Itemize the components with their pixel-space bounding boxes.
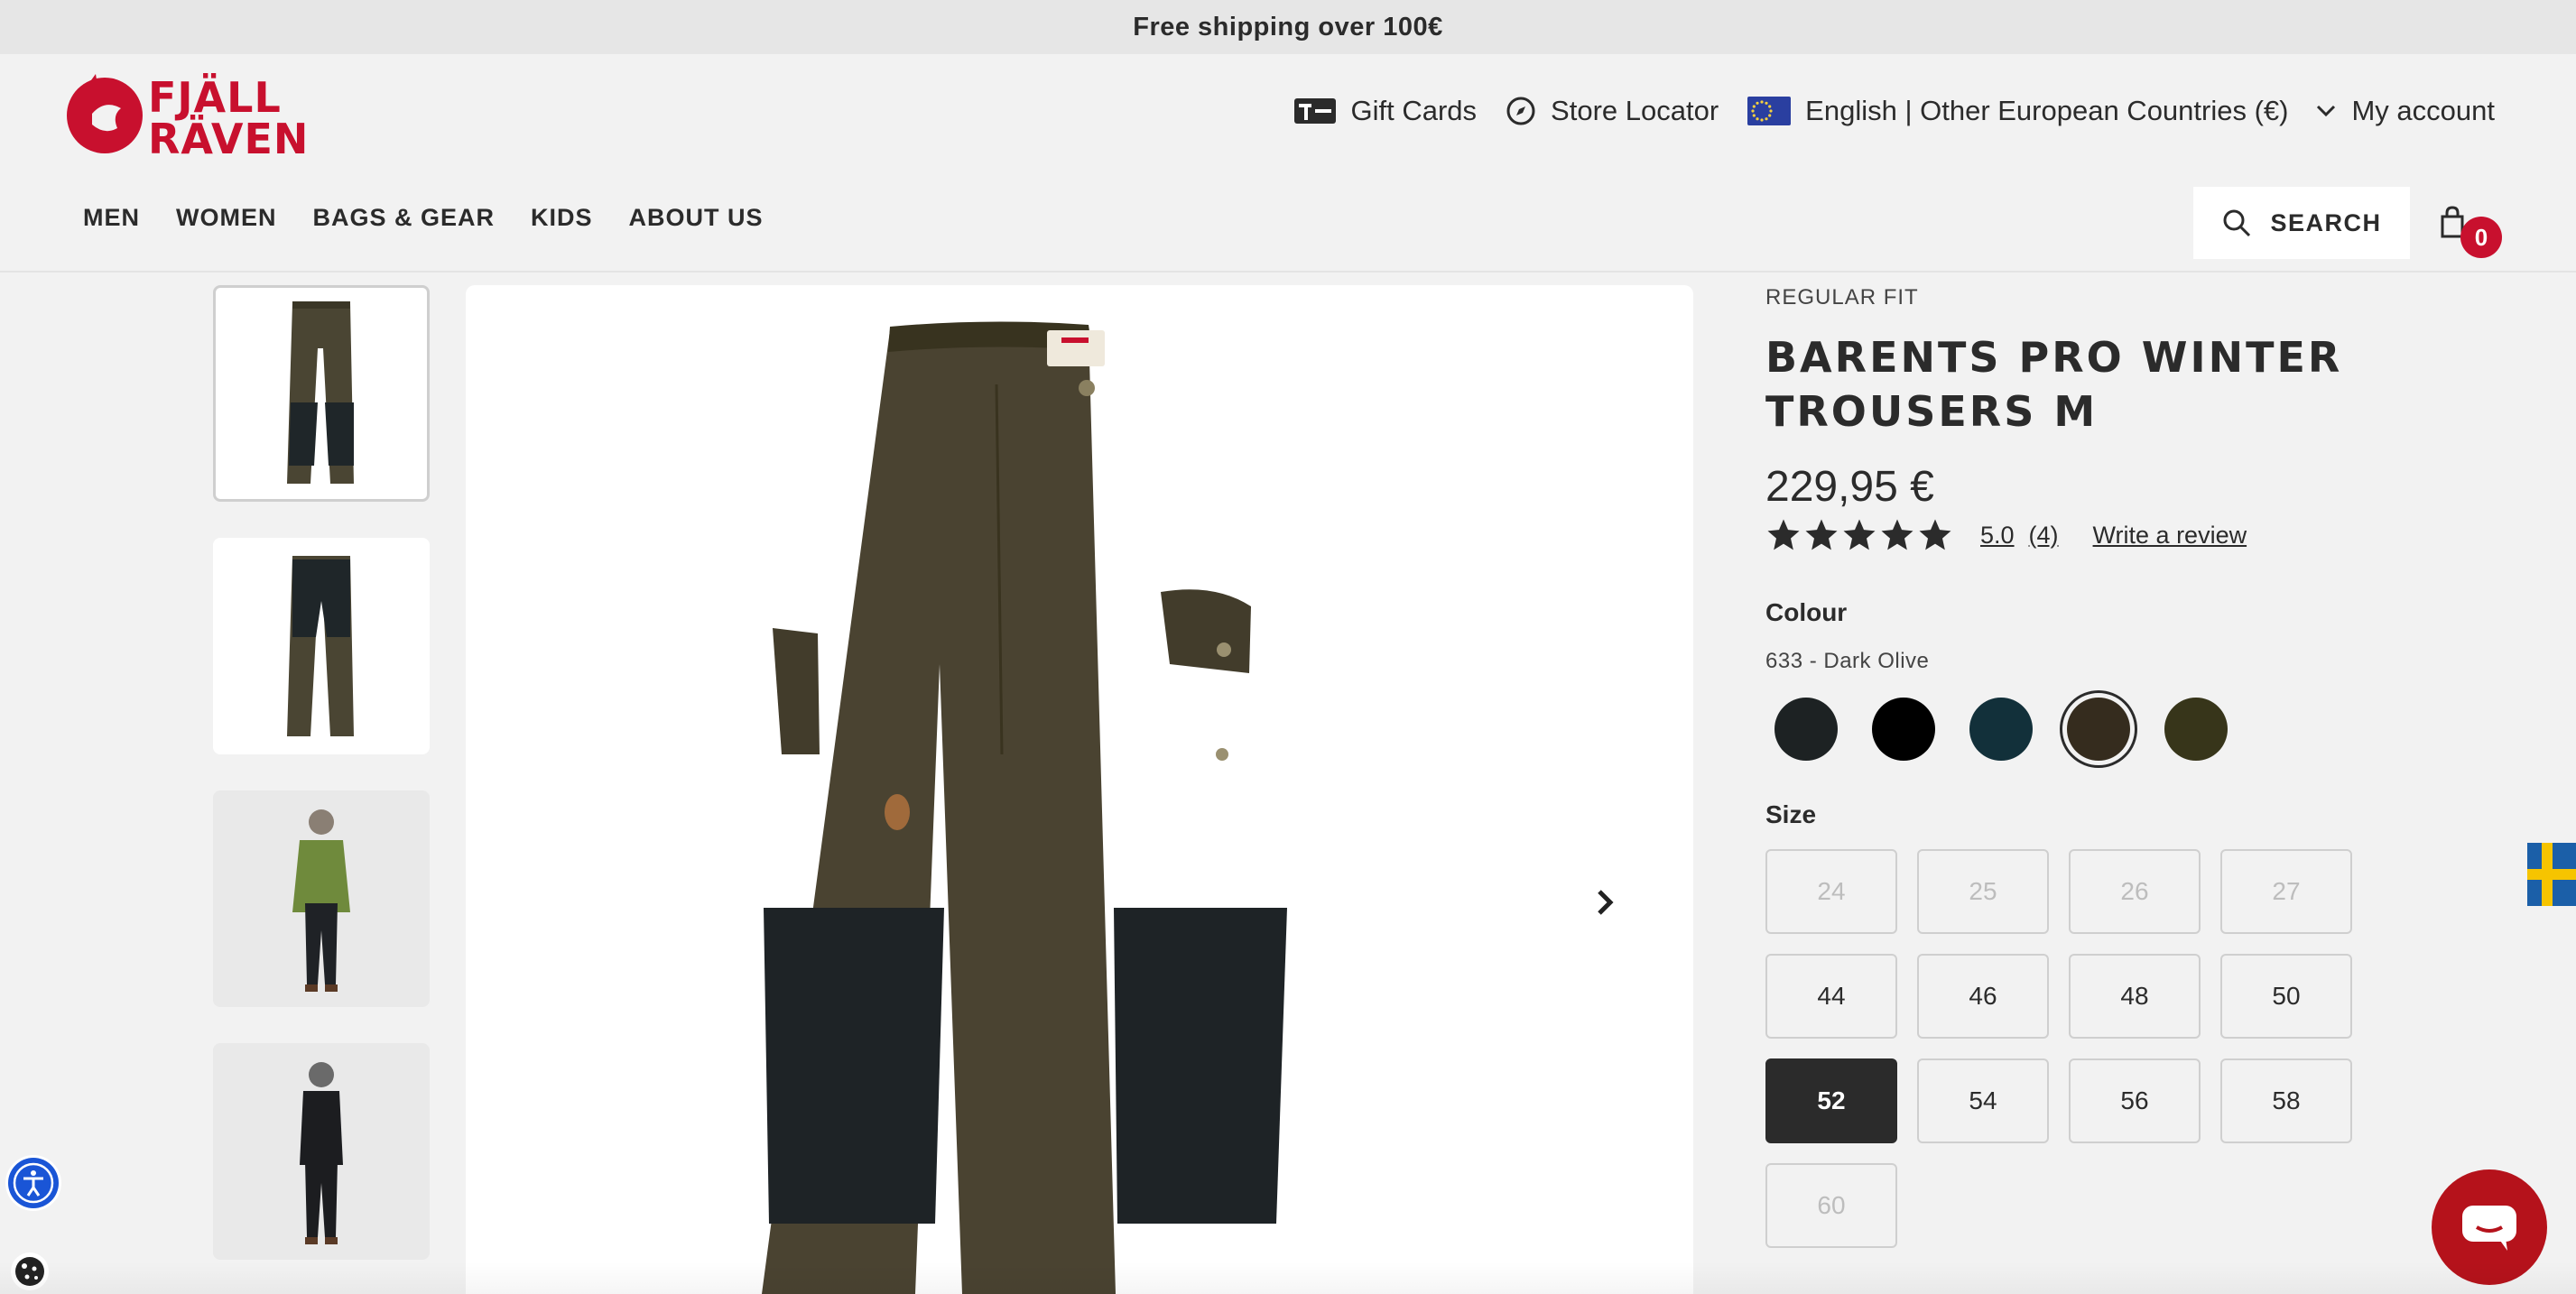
store-locator-label: Store Locator: [1551, 95, 1719, 126]
my-account-label: My account: [2351, 95, 2495, 126]
announcement-text: Free shipping over 100€: [1133, 12, 1443, 42]
swatch-dark-olive[interactable]: [2060, 690, 2137, 768]
search-button[interactable]: SEARCH: [2193, 187, 2410, 259]
colour-label: Colour: [1765, 598, 1848, 626]
region-label: English | Other European Countries (€): [1805, 95, 2289, 126]
star-icon: [1919, 519, 1951, 550]
size-option-selected[interactable]: 52: [1765, 1058, 1897, 1143]
rating-score-link[interactable]: 5.0: [1980, 522, 2015, 550]
header-divider: [0, 271, 2576, 273]
thumbnail-list: [213, 285, 430, 1294]
announcement-bar: Free shipping over 100€: [0, 0, 2576, 54]
chevron-down-icon: [2317, 105, 2336, 117]
accessibility-button[interactable]: [5, 1155, 61, 1211]
star-icon: [1767, 519, 1800, 550]
colour-swatches: [1765, 690, 2397, 768]
star-rating: [1765, 517, 1953, 553]
product-info-panel: REGULAR FIT BARENTS PRO WINTER TROUSERS …: [1765, 285, 2397, 1248]
chat-button[interactable]: [2432, 1169, 2547, 1285]
size-option[interactable]: 50: [2220, 954, 2352, 1039]
product-title-line-1: BARENTS PRO WINTER: [1765, 333, 2343, 382]
nav-item-about-us[interactable]: ABOUT US: [629, 204, 764, 232]
review-count-link[interactable]: (4): [2029, 522, 2059, 550]
search-label: SEARCH: [2270, 208, 2382, 236]
gift-cards-link[interactable]: Gift Cards: [1293, 95, 1478, 127]
model-front-thumbnail-image: [292, 809, 350, 992]
eu-flag-icon: [1747, 97, 1792, 125]
swedish-flag-icon[interactable]: [2527, 843, 2576, 906]
region-selector[interactable]: English | Other European Countries (€): [1747, 95, 2351, 127]
brand-logo[interactable]: FJÄLL RÄVEN: [65, 69, 309, 163]
search-icon: [2223, 209, 2251, 237]
gift-card-icon: [1293, 98, 1336, 124]
star-icon: [1843, 519, 1876, 550]
size-option[interactable]: 26: [2069, 849, 2201, 934]
rating-row: 5.0 (4) Write a review: [1765, 517, 2397, 553]
size-option[interactable]: 48: [2069, 954, 2201, 1039]
model-back-thumbnail-image: [300, 1062, 343, 1244]
next-image-arrow-icon[interactable]: [1587, 884, 1623, 920]
store-locator-link[interactable]: Store Locator: [1506, 95, 1719, 127]
size-option[interactable]: 56: [2069, 1058, 2201, 1143]
thumbnail-trousers-front[interactable]: [213, 285, 430, 502]
size-option[interactable]: 27: [2220, 849, 2352, 934]
trousers-back-thumbnail-image: [287, 556, 354, 736]
size-option[interactable]: 25: [1917, 849, 2049, 934]
selected-colour-value: 633 - Dark Olive: [1765, 649, 1930, 673]
star-icon: [1805, 519, 1838, 550]
trousers-front-thumbnail-image: [287, 301, 354, 484]
write-review-link[interactable]: Write a review: [2093, 522, 2247, 550]
swatch-black[interactable]: [1872, 698, 1935, 761]
thumbnail-trousers-back[interactable]: [213, 538, 430, 754]
star-icon: [1881, 519, 1913, 550]
gift-cards-label: Gift Cards: [1350, 95, 1478, 126]
size-grid: 24 25 26 27 44 46 48 50 52 54 56 58 60: [1765, 849, 2397, 1248]
size-option[interactable]: 46: [1917, 954, 2049, 1039]
product-title-line-2: TROUSERS M: [1765, 387, 2099, 436]
size-option[interactable]: 54: [1917, 1058, 2049, 1143]
svg-text:RÄVEN: RÄVEN: [148, 115, 309, 159]
size-option[interactable]: 60: [1765, 1163, 1897, 1248]
size-option[interactable]: 44: [1765, 954, 1897, 1039]
product-title: BARENTS PRO WINTER TROUSERS M: [1765, 330, 2397, 439]
utility-nav: Gift Cards Store Locator English | Other…: [1265, 87, 2495, 135]
cart-count-badge: 0: [2460, 217, 2502, 258]
nav-item-men[interactable]: MEN: [83, 204, 140, 232]
cart-button[interactable]: 0: [2439, 206, 2502, 260]
cookie-settings-icon[interactable]: [9, 1251, 51, 1292]
accessibility-icon: [8, 1158, 59, 1208]
main-nav: MEN WOMEN BAGS & GEAR KIDS ABOUT US: [83, 204, 764, 232]
size-option[interactable]: 58: [2220, 1058, 2352, 1143]
nav-item-women[interactable]: WOMEN: [176, 204, 276, 232]
thumbnail-model-front[interactable]: [213, 790, 430, 1007]
nav-item-bags-gear[interactable]: BAGS & GEAR: [312, 204, 495, 232]
my-account-link[interactable]: My account: [2351, 95, 2495, 127]
swatch-deep-forest[interactable]: [2164, 698, 2228, 761]
size-option[interactable]: 24: [1765, 849, 1897, 934]
swatch-dark-navy[interactable]: [1969, 698, 2033, 761]
product-price: 229,95 €: [1765, 463, 1934, 511]
size-label: Size: [1765, 800, 1817, 828]
product-fit: REGULAR FIT: [1765, 285, 1919, 310]
nav-item-kids[interactable]: KIDS: [531, 204, 593, 232]
product-hero-image: [466, 285, 1693, 1294]
trousers-main-image: [762, 321, 1287, 1294]
thumbnail-model-back[interactable]: [213, 1043, 430, 1260]
swatch-dark-grey[interactable]: [1774, 698, 1838, 761]
chat-bubble-icon: [2462, 1206, 2516, 1251]
compass-icon: [1506, 97, 1535, 125]
